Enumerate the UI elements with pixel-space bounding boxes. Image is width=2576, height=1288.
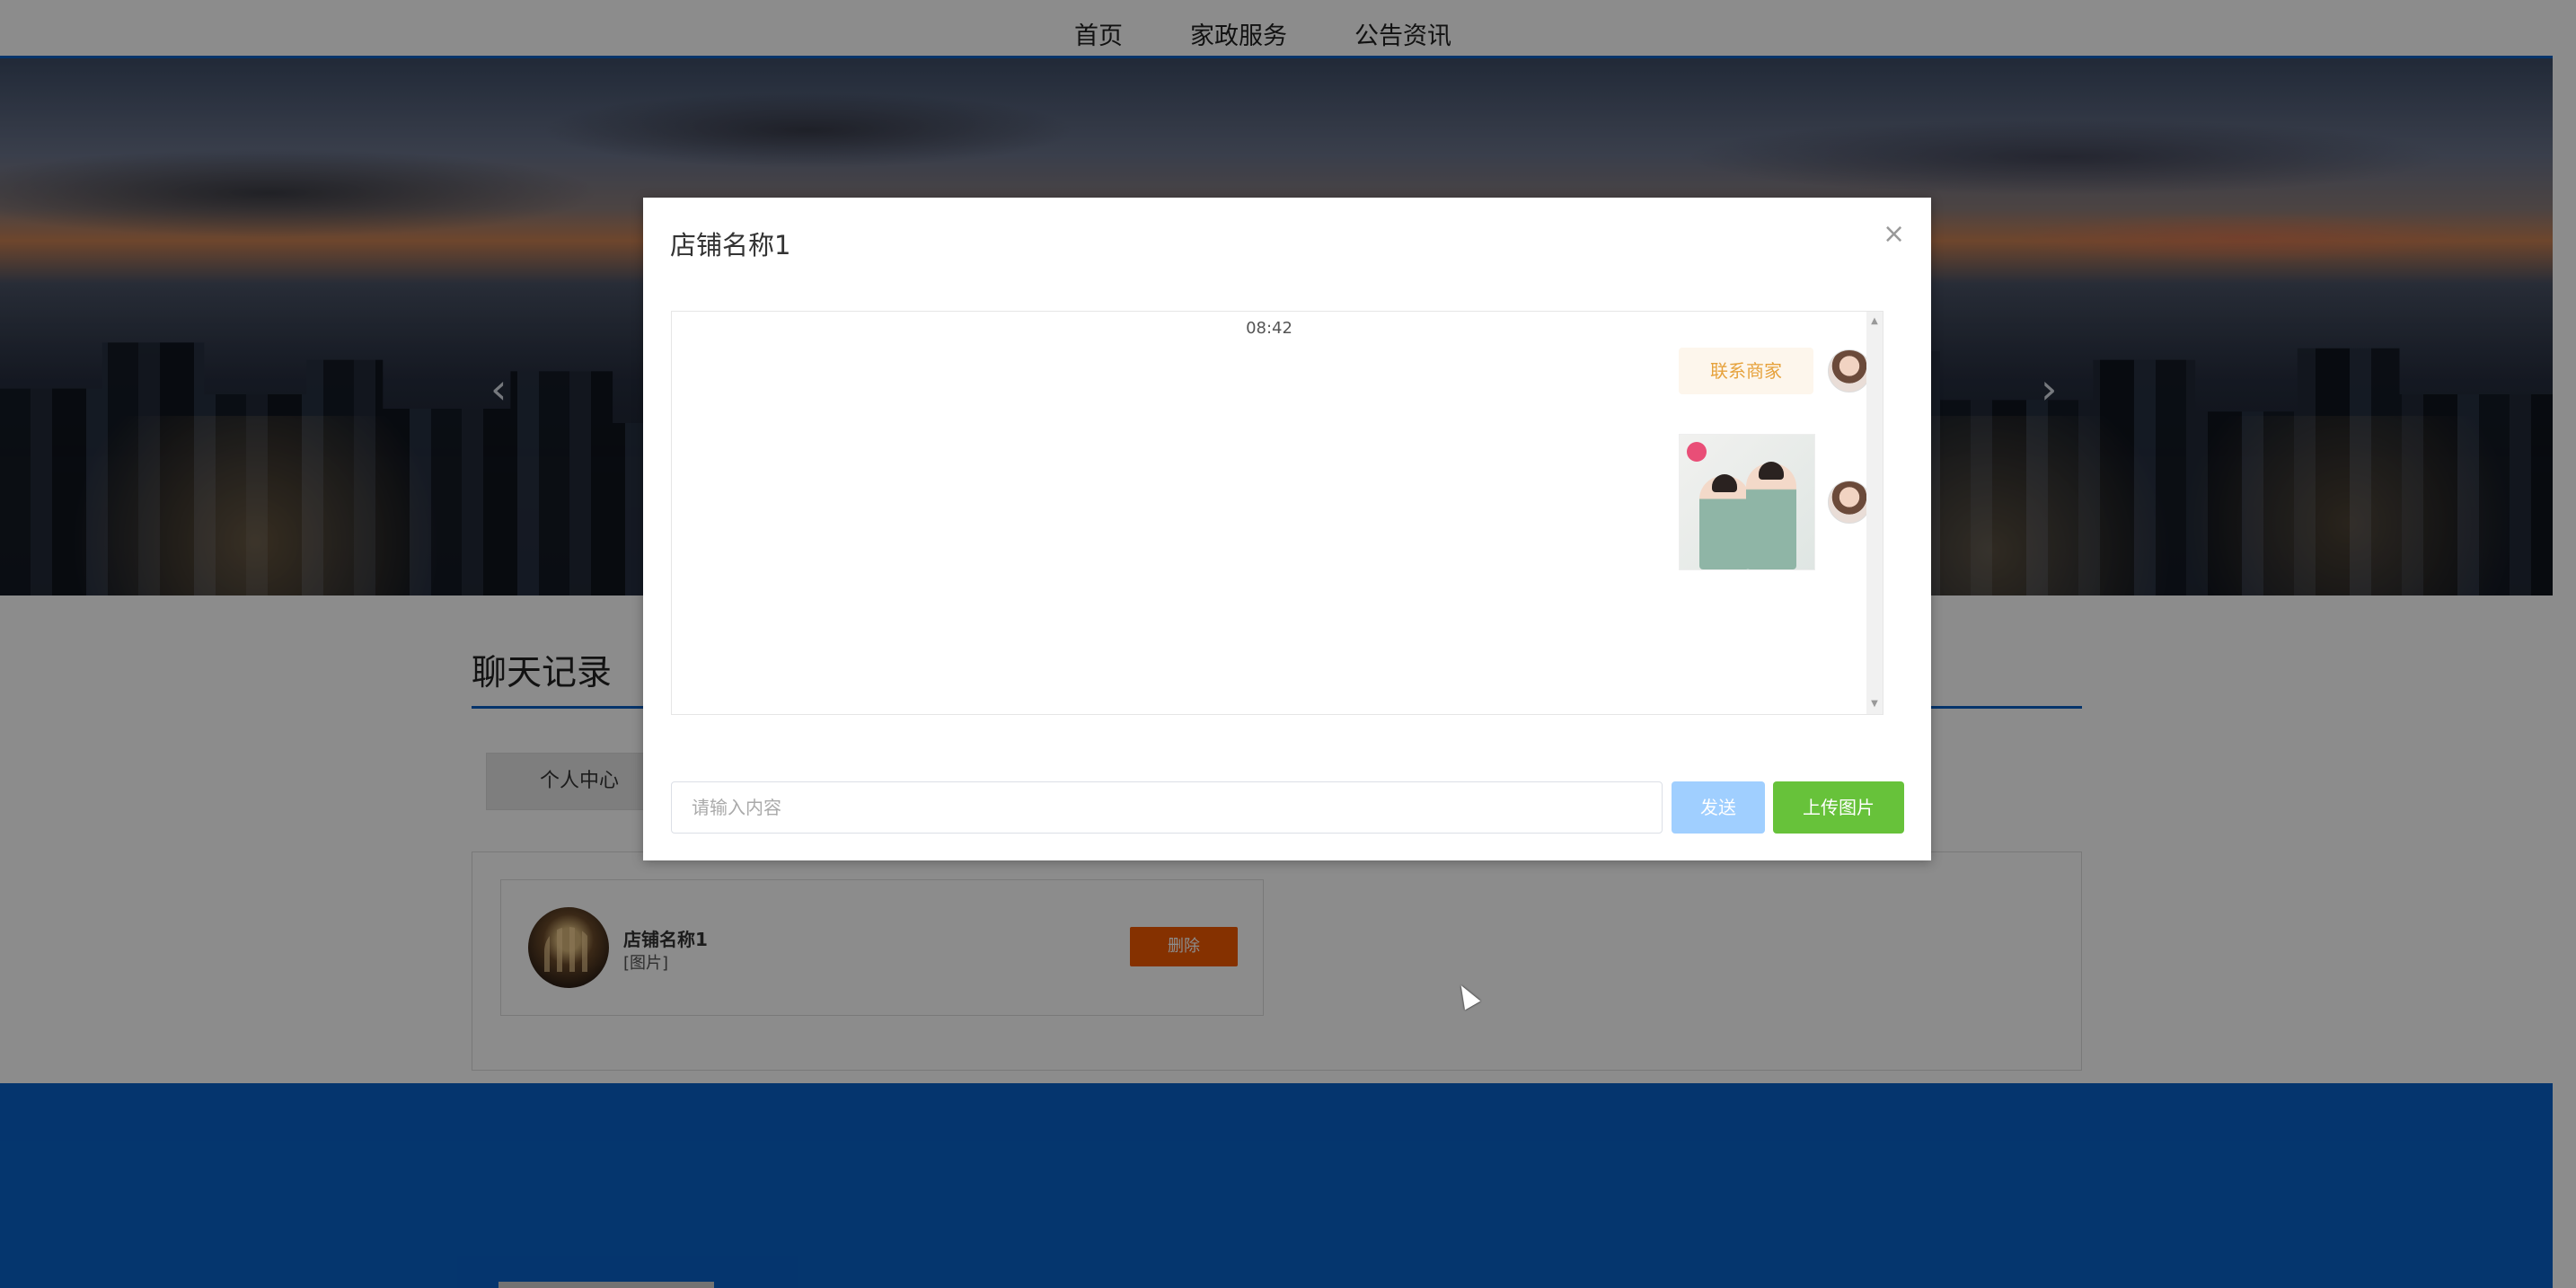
scroll-down-icon[interactable]: ▼ (1866, 696, 1883, 712)
avatar (1828, 481, 1871, 524)
scroll-up-icon[interactable]: ▲ (1866, 313, 1883, 330)
chat-message-area[interactable]: 08:42 联系商家 ▲ ▼ (671, 311, 1883, 715)
chat-dialog: 店铺名称1 × 08:42 联系商家 ▲ ▼ 发送 上传图片 (643, 198, 1931, 860)
logo-badge-icon (1687, 442, 1707, 462)
image-person-right (1746, 462, 1796, 569)
upload-image-button[interactable]: 上传图片 (1773, 781, 1904, 834)
image-person-left (1699, 474, 1750, 569)
dialog-title: 店铺名称1 (670, 230, 791, 260)
send-button[interactable]: 发送 (1672, 781, 1765, 834)
close-icon[interactable]: × (1883, 221, 1905, 248)
message-timestamp: 08:42 (1246, 319, 1292, 338)
message-input[interactable] (671, 781, 1663, 834)
avatar (1828, 349, 1871, 393)
message-bubble: 联系商家 (1679, 348, 1813, 394)
message-image[interactable] (1679, 434, 1815, 570)
chat-scrollbar[interactable]: ▲ ▼ (1866, 312, 1883, 714)
